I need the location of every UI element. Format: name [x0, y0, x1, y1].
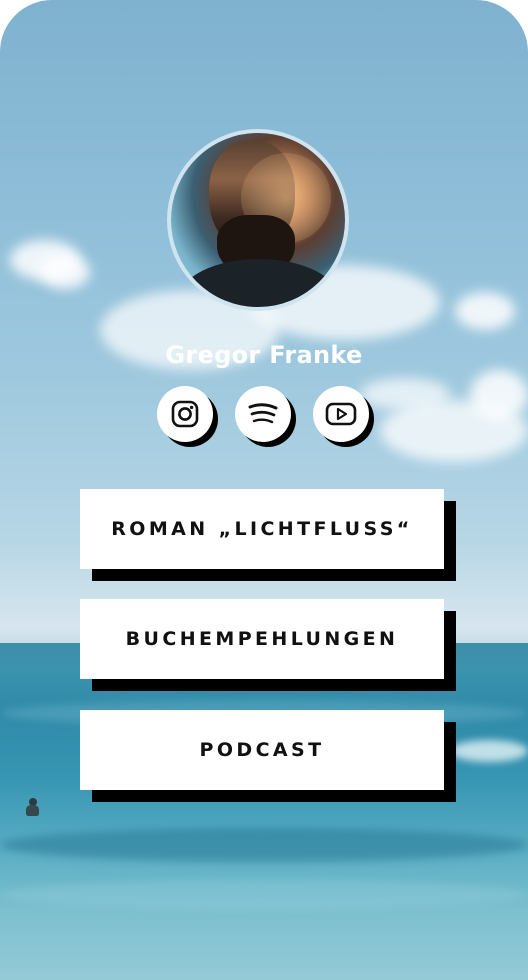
- link-page: Gregor Franke ROMAN „LICHTFLUSS“ BUCHEMP…: [0, 0, 528, 980]
- profile-name: Gregor Franke: [165, 341, 363, 369]
- wave: [0, 828, 528, 862]
- link-label: ROMAN „LICHTFLUSS“: [111, 518, 413, 540]
- sea: [0, 643, 528, 980]
- spotify-icon: [248, 403, 278, 424]
- youtube-button[interactable]: [313, 386, 369, 442]
- instagram-icon: [171, 400, 199, 428]
- avatar-shirt: [179, 259, 339, 307]
- link-button-podcast[interactable]: PODCAST: [80, 710, 444, 790]
- link-label: BUCHEMPEHLUNGEN: [125, 628, 399, 650]
- link-label: PODCAST: [199, 739, 325, 761]
- link-button-buchempfehlungen[interactable]: BUCHEMPEHLUNGEN: [80, 599, 444, 679]
- avatar: [167, 129, 349, 311]
- cloud: [455, 292, 515, 330]
- instagram-button[interactable]: [157, 386, 213, 442]
- youtube-icon: [325, 402, 357, 426]
- cloud: [470, 370, 528, 420]
- surfer-body: [26, 805, 39, 816]
- cloud: [40, 255, 90, 289]
- social-links: [157, 386, 387, 448]
- wave: [0, 880, 528, 910]
- wave-foam: [450, 740, 528, 762]
- spotify-button[interactable]: [235, 386, 291, 442]
- link-button-roman[interactable]: ROMAN „LICHTFLUSS“: [80, 489, 444, 569]
